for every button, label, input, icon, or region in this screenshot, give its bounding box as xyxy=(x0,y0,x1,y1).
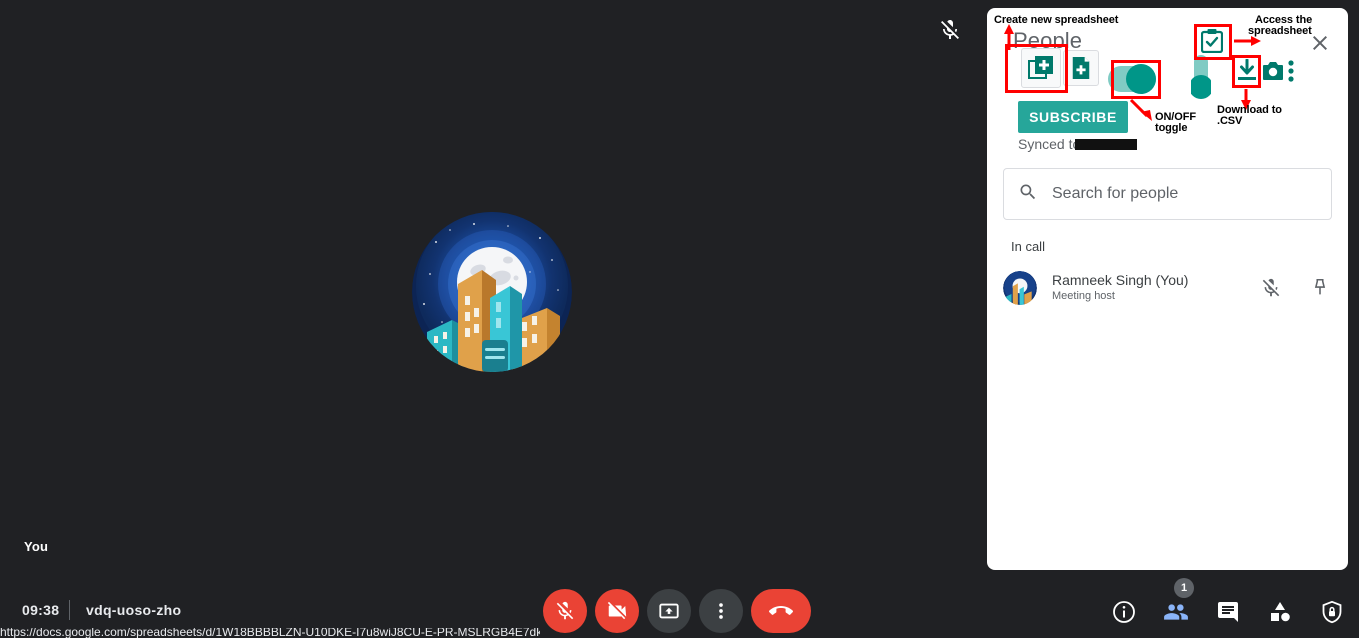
participant-mic-off-icon[interactable] xyxy=(1258,275,1284,301)
self-mic-off-icon xyxy=(938,18,962,42)
search-icon xyxy=(1018,182,1038,207)
in-call-section-label: In call xyxy=(1011,239,1045,254)
search-input[interactable] xyxy=(1052,185,1317,203)
sync-on-off-toggle[interactable] xyxy=(1108,64,1156,94)
subscribe-button[interactable]: SUBSCRIBE xyxy=(1018,101,1128,133)
participant-name: Ramneek Singh (You) xyxy=(1052,272,1189,288)
participant-pin-icon[interactable] xyxy=(1307,275,1333,301)
avatar xyxy=(1003,271,1037,305)
clipboard-check-icon[interactable] xyxy=(1200,29,1225,55)
new-spreadsheet-icon[interactable] xyxy=(1021,48,1061,88)
kebab-menu-icon[interactable] xyxy=(1288,60,1294,82)
participant-role: Meeting host xyxy=(1052,290,1115,302)
leave-call-button[interactable] xyxy=(751,589,811,633)
self-name-label: You xyxy=(24,539,49,554)
synced-to-redacted-value xyxy=(1075,139,1137,150)
status-url-tooltip: https://docs.google.com/spreadsheets/d/1… xyxy=(0,628,540,638)
bottom-divider xyxy=(69,600,70,620)
new-document-icon[interactable] xyxy=(1063,50,1099,86)
camera-off-button[interactable] xyxy=(595,589,639,633)
call-controls xyxy=(543,589,811,633)
right-controls: 1 xyxy=(1110,578,1346,629)
host-controls-button[interactable] xyxy=(1318,598,1346,626)
activities-button[interactable] xyxy=(1266,598,1294,626)
toggle-knob xyxy=(1126,64,1156,94)
participant-count-badge: 1 xyxy=(1174,578,1194,598)
meeting-time: 09:38 xyxy=(22,602,60,618)
mic-off-button[interactable] xyxy=(543,589,587,633)
more-options-button[interactable] xyxy=(699,589,743,633)
search-input-wrapper[interactable] xyxy=(1003,168,1332,220)
download-csv-icon[interactable] xyxy=(1236,58,1258,83)
meeting-code: vdq-uoso-zho xyxy=(86,602,182,618)
meet-window: You People SUBSCRIBE Synced to: Create n… xyxy=(0,0,1359,638)
close-icon[interactable] xyxy=(1308,31,1332,55)
present-now-button[interactable] xyxy=(647,589,691,633)
participant-info: Ramneek Singh (You) Meeting host xyxy=(1052,272,1258,304)
camera-icon[interactable] xyxy=(1262,61,1283,80)
video-stage: You xyxy=(0,0,987,580)
meeting-details-button[interactable] xyxy=(1110,598,1138,626)
table-row[interactable]: Ramneek Singh (You) Meeting host xyxy=(1003,266,1333,310)
show-everyone-button[interactable]: 1 xyxy=(1162,578,1194,626)
vertical-toggle-icon[interactable] xyxy=(1189,55,1213,105)
chat-button[interactable] xyxy=(1214,598,1242,626)
status-url-text: https://docs.google.com/spreadsheets/d/1… xyxy=(0,628,540,638)
self-avatar-image xyxy=(412,212,572,372)
